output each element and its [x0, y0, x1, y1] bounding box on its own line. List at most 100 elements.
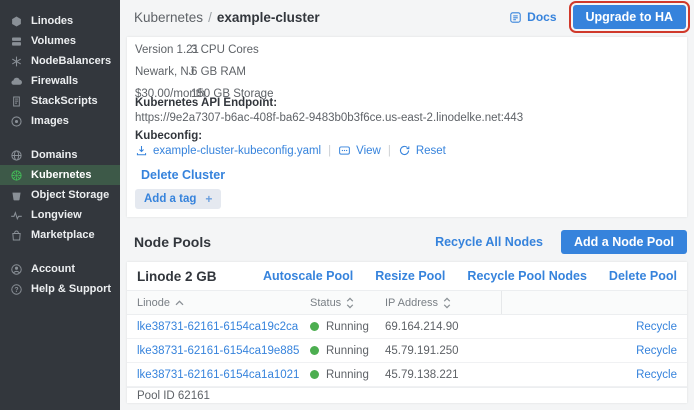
recycle-node-link[interactable]: Recycle — [636, 345, 677, 357]
kubeconfig-actions: example-cluster-kubeconfig.yaml | View |… — [135, 144, 446, 157]
cluster-summary-panel: Version 1.21 3 CPU Cores Newark, NJ 6 GB… — [127, 37, 687, 217]
spec-cpu: 3 CPU Cores — [191, 39, 273, 61]
column-header-ip-address[interactable]: IP Address — [381, 291, 501, 314]
docs-icon — [509, 11, 522, 24]
images-icon — [10, 115, 23, 128]
node-link[interactable]: lke38731-62161-6154ca19c2ca — [127, 321, 305, 333]
sidebar-item-label: Linodes — [31, 15, 73, 27]
svg-text:?: ? — [14, 286, 18, 293]
sort-asc-icon — [175, 300, 184, 306]
pool-name: Linode 2 GB — [137, 269, 217, 284]
status-dot-running — [310, 370, 319, 379]
column-header-linode[interactable]: Linode — [127, 291, 305, 314]
sidebar-item-linodes[interactable]: Linodes — [0, 11, 120, 31]
sidebar-item-label: Images — [31, 115, 69, 127]
node-link[interactable]: lke38731-62161-6154ca19e885 — [127, 345, 305, 357]
kubeconfig-view-link[interactable]: View — [338, 144, 381, 157]
sidebar-item-label: Kubernetes — [31, 169, 92, 181]
spec-region: Newark, NJ — [135, 61, 191, 83]
page-title: example-cluster — [217, 10, 320, 25]
node-pools-title: Node Pools — [134, 234, 211, 250]
table-row: lke38731-62161-6154ca19e885 Running 45.7… — [127, 339, 687, 363]
sidebar-group-compute: Linodes Volumes NodeBalancers Firewalls — [0, 11, 120, 131]
node-status: Running — [305, 369, 381, 381]
sidebar-item-nodebalancers[interactable]: NodeBalancers — [0, 51, 120, 71]
table-row: lke38731-62161-6154ca19c2ca Running 69.1… — [127, 315, 687, 339]
node-ip: 69.164.214.90 — [381, 321, 501, 333]
sidebar-item-longview[interactable]: Longview — [0, 205, 120, 225]
sidebar-item-marketplace[interactable]: Marketplace — [0, 225, 120, 245]
sidebar-item-label: Domains — [31, 149, 77, 161]
sidebar-item-account[interactable]: Account — [0, 259, 120, 279]
pool-id: Pool ID 62161 — [127, 387, 687, 403]
add-node-pool-button[interactable]: Add a Node Pool — [561, 230, 687, 254]
sidebar-item-label: NodeBalancers — [31, 55, 111, 67]
node-table-body: lke38731-62161-6154ca19c2ca Running 69.1… — [127, 315, 687, 387]
delete-cluster-link[interactable]: Delete Cluster — [141, 168, 225, 182]
view-icon — [338, 144, 351, 157]
breadcrumb-separator: / — [208, 10, 212, 25]
linode-cloud-manager-window: Linodes Volumes NodeBalancers Firewalls — [0, 0, 694, 410]
breadcrumb: Kubernetes / example-cluster — [134, 10, 320, 25]
view-label: View — [356, 145, 381, 157]
sort-icon — [346, 297, 354, 309]
kubeconfig-download-link[interactable]: example-cluster-kubeconfig.yaml — [135, 144, 321, 157]
help-icon: ? — [10, 283, 23, 296]
object-storage-icon — [10, 189, 23, 202]
add-tag-button[interactable]: Add a tag + — [135, 189, 221, 209]
account-icon — [10, 263, 23, 276]
sidebar-item-firewalls[interactable]: Firewalls — [0, 71, 120, 91]
node-ip: 45.79.191.250 — [381, 345, 501, 357]
sidebar-item-volumes[interactable]: Volumes — [0, 31, 120, 51]
status-dot-running — [310, 322, 319, 331]
kubeconfig-label: Kubeconfig: — [135, 130, 202, 142]
sidebar-item-label: StackScripts — [31, 95, 98, 107]
docs-label: Docs — [527, 10, 556, 24]
stackscripts-icon — [10, 95, 23, 108]
recycle-node-link[interactable]: Recycle — [636, 369, 677, 381]
volumes-icon — [10, 35, 23, 48]
recycle-node-link[interactable]: Recycle — [636, 321, 677, 333]
recycle-pool-nodes-link[interactable]: Recycle Pool Nodes — [467, 269, 587, 283]
nodebalancers-icon — [10, 55, 23, 68]
longview-icon — [10, 209, 23, 222]
node-ip: 45.79.138.221 — [381, 369, 501, 381]
delete-pool-link[interactable]: Delete Pool — [609, 269, 677, 283]
sidebar-item-label: Object Storage — [31, 189, 109, 201]
resize-pool-link[interactable]: Resize Pool — [375, 269, 445, 283]
recycle-all-nodes-link[interactable]: Recycle All Nodes — [435, 235, 543, 249]
sidebar-group-account: Account ? Help & Support — [0, 259, 120, 299]
kubernetes-icon — [10, 169, 23, 182]
column-header-actions — [501, 291, 687, 314]
sidebar-item-kubernetes[interactable]: Kubernetes — [0, 165, 120, 185]
firewalls-icon — [10, 75, 23, 88]
spec-version: Version 1.21 — [135, 39, 191, 61]
sidebar-item-domains[interactable]: Domains — [0, 145, 120, 165]
breadcrumb-kubernetes-link[interactable]: Kubernetes — [134, 10, 203, 25]
sidebar-item-help-support[interactable]: ? Help & Support — [0, 279, 120, 299]
pool-actions: Autoscale Pool Resize Pool Recycle Pool … — [263, 269, 677, 283]
linodes-icon — [10, 15, 23, 28]
node-link[interactable]: lke38731-62161-6154ca1a1021 — [127, 369, 305, 381]
sidebar-item-images[interactable]: Images — [0, 111, 120, 131]
plus-icon: + — [205, 192, 212, 206]
docs-link[interactable]: Docs — [509, 10, 556, 24]
autoscale-pool-link[interactable]: Autoscale Pool — [263, 269, 353, 283]
node-pools-actions: Recycle All Nodes Add a Node Pool — [435, 230, 687, 254]
kubeconfig-filename: example-cluster-kubeconfig.yaml — [153, 145, 321, 157]
sidebar-group-services: Domains Kubernetes Object Storage Longvi… — [0, 145, 120, 245]
node-status: Running — [305, 345, 381, 357]
node-pool-card: Linode 2 GB Autoscale Pool Resize Pool R… — [127, 262, 687, 403]
reset-icon — [398, 144, 411, 157]
table-row: lke38731-62161-6154ca1a1021 Running 45.7… — [127, 363, 687, 387]
sidebar: Linodes Volumes NodeBalancers Firewalls — [0, 0, 120, 410]
sidebar-item-object-storage[interactable]: Object Storage — [0, 185, 120, 205]
kubeconfig-reset-link[interactable]: Reset — [398, 144, 446, 157]
status-dot-running — [310, 346, 319, 355]
page-header: Kubernetes / example-cluster Docs Upgrad… — [120, 0, 694, 34]
sidebar-item-stackscripts[interactable]: StackScripts — [0, 91, 120, 111]
upgrade-to-ha-button[interactable]: Upgrade to HA — [573, 5, 687, 29]
cluster-specs: Version 1.21 3 CPU Cores Newark, NJ 6 GB… — [135, 39, 273, 105]
sort-icon — [443, 297, 451, 309]
column-header-status[interactable]: Status — [305, 291, 381, 314]
